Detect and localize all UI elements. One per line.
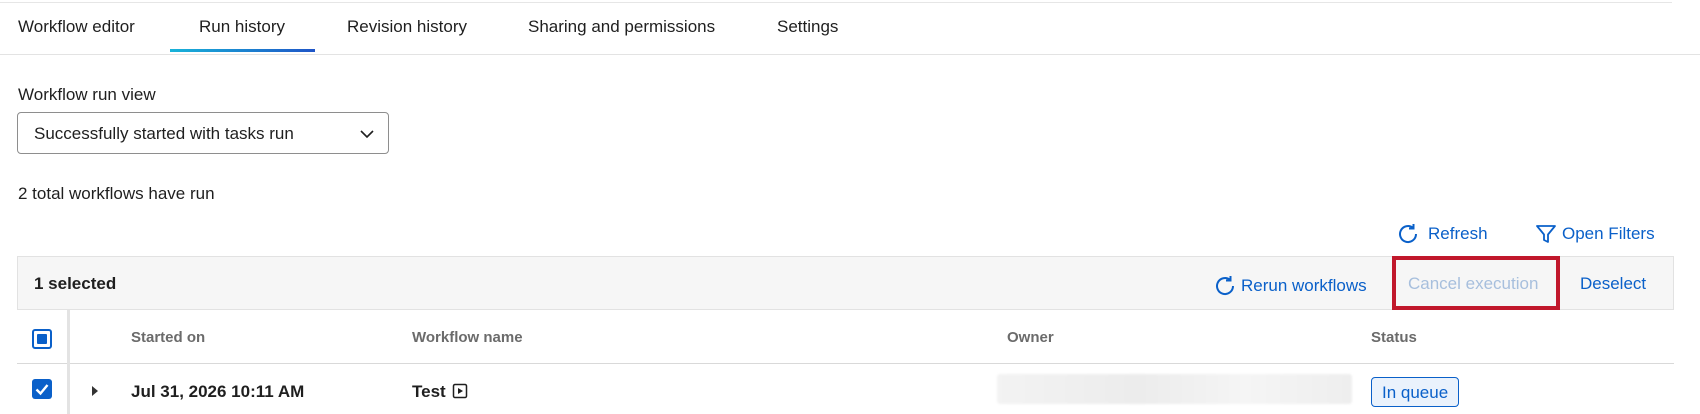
rerun-workflows-label: Rerun workflows <box>1241 276 1367 295</box>
rerun-workflows-button[interactable]: Rerun workflows <box>1213 274 1367 298</box>
tab-bar: Workflow editor Run history Revision his… <box>0 0 1700 55</box>
tab-workflow-editor[interactable]: Workflow editor <box>18 17 135 37</box>
column-workflow-name[interactable]: Workflow name <box>412 329 523 346</box>
column-owner[interactable]: Owner <box>1007 329 1054 346</box>
workflow-name-link[interactable]: Test <box>412 382 446 402</box>
table-row: Jul 31, 2026 10:11 AM Test In queue <box>17 364 1674 414</box>
selected-count: 1 selected <box>34 274 117 293</box>
checkmark-icon <box>35 384 49 396</box>
rerun-icon <box>1216 276 1235 295</box>
tab-sharing-and-permissions[interactable]: Sharing and permissions <box>528 17 715 37</box>
status-badge: In queue <box>1371 377 1460 407</box>
selection-bar: 1 selected Rerun workflows Cancel execut… <box>17 256 1674 310</box>
column-started-on[interactable]: Started on <box>131 329 205 346</box>
tab-settings[interactable]: Settings <box>777 17 838 37</box>
tab-revision-history[interactable]: Revision history <box>347 17 467 37</box>
owner-value-redacted <box>997 374 1352 404</box>
refresh-icon <box>1399 224 1418 243</box>
cancel-execution-button[interactable]: Cancel execution <box>1408 274 1538 294</box>
open-workflow-icon[interactable] <box>452 383 468 399</box>
total-runs-text: 2 total workflows have run <box>18 184 215 203</box>
tab-run-history[interactable]: Run history <box>199 17 285 37</box>
chevron-down-icon <box>360 130 374 139</box>
select-all-checkbox[interactable] <box>32 329 52 349</box>
expand-row-icon[interactable] <box>90 384 100 398</box>
open-filters-label: Open Filters <box>1562 224 1655 243</box>
run-view-selected-value: Successfully started with tasks run <box>34 124 294 143</box>
column-status[interactable]: Status <box>1371 329 1417 346</box>
open-filters-button[interactable]: Open Filters <box>1534 222 1655 246</box>
run-view-label: Workflow run view <box>18 85 156 104</box>
run-view-select[interactable]: Successfully started with tasks run <box>17 112 389 154</box>
refresh-button[interactable]: Refresh <box>1396 222 1488 246</box>
refresh-label: Refresh <box>1428 224 1488 243</box>
active-tab-indicator <box>170 49 315 52</box>
filter-icon <box>1536 225 1556 243</box>
started-on-value: Jul 31, 2026 10:11 AM <box>131 382 305 401</box>
table-header: Started on Workflow name Owner Status <box>17 310 1674 364</box>
row-checkbox[interactable] <box>32 379 52 399</box>
deselect-button[interactable]: Deselect <box>1580 274 1646 294</box>
